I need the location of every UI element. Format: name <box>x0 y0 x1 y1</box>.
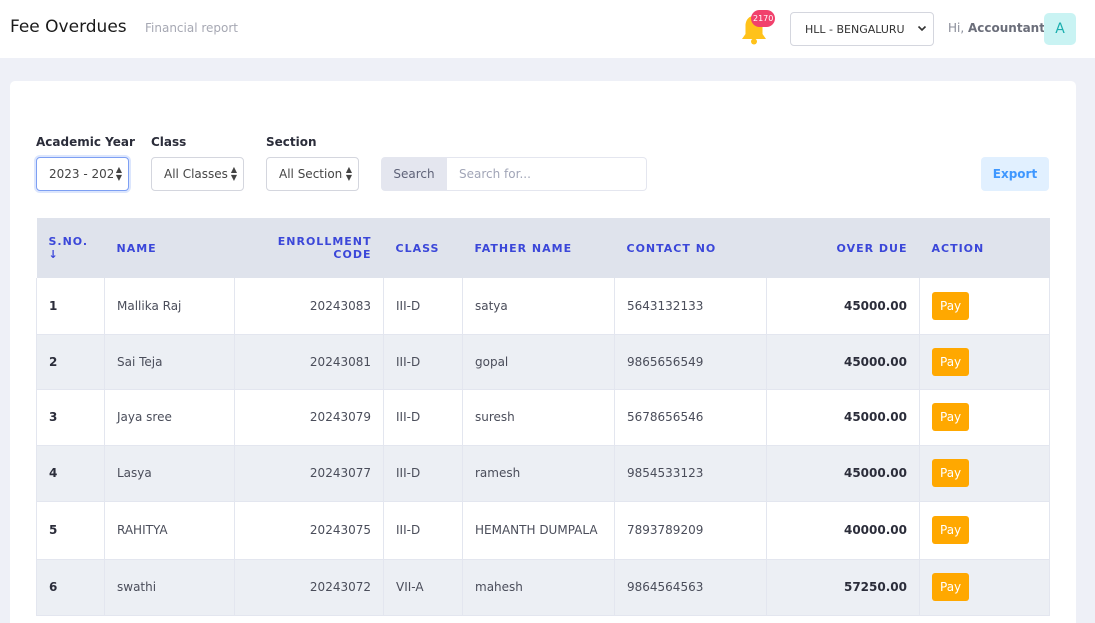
branch-select-value: HLL - BENGALURU <box>805 22 905 36</box>
pay-button[interactable]: Pay <box>932 459 970 487</box>
cell-enrollment-code: 20243081 <box>234 334 384 389</box>
pay-button[interactable]: Pay <box>932 573 970 601</box>
sort-updown-icon: ▲ ▼ <box>115 165 122 182</box>
section-label: Section <box>266 135 317 149</box>
cell-name: Lasya <box>104 445 235 501</box>
search-group: Search <box>381 157 647 191</box>
cell-contact-no: 9854533123 <box>614 445 767 501</box>
cell-father-name: HEMANTH DUMPALA <box>462 501 615 559</box>
cell-enrollment-code: 20243072 <box>234 559 384 615</box>
cell-sno: 5 <box>36 501 105 559</box>
academic-year-label: Academic Year <box>36 135 135 149</box>
cell-enrollment-code: 20243077 <box>234 445 384 501</box>
cell-class: III-D <box>383 278 463 334</box>
cell-contact-no: 7893789209 <box>614 501 767 559</box>
export-button[interactable]: Export <box>981 157 1049 191</box>
cell-action: Pay <box>919 389 1050 445</box>
cell-contact-no: 5643132133 <box>614 278 767 334</box>
cell-name: Jaya sree <box>104 389 235 445</box>
search-input[interactable] <box>447 157 647 191</box>
academic-year-select[interactable]: 2023 - 2024 ▲▼ <box>36 157 129 191</box>
table-row: 3 Jaya sree 20243079 III-D suresh 567865… <box>36 389 1050 445</box>
class-label: Class <box>151 135 187 149</box>
section-select-value: All Sections <box>279 167 343 181</box>
col-header-over-due[interactable]: OVER DUE <box>766 218 920 278</box>
class-select-value: All Classes <box>164 167 228 181</box>
cell-over-due: 45000.00 <box>766 389 920 445</box>
col-header-contact-no[interactable]: CONTACT NO <box>614 218 767 278</box>
col-header-sno[interactable]: S.NO. ↓ <box>36 218 105 278</box>
arrow-down-icon: ↓ <box>48 248 59 261</box>
pay-button[interactable]: Pay <box>932 347 970 376</box>
cell-enrollment-code: 20243083 <box>234 278 384 334</box>
class-select[interactable]: All Classes ▲ ▼ <box>151 157 244 191</box>
page-subtitle: Financial report <box>145 21 239 35</box>
cell-contact-no: 5678656546 <box>614 389 767 445</box>
cell-father-name: ramesh <box>462 445 615 501</box>
cell-sno: 1 <box>36 278 105 334</box>
cell-class: VII-A <box>383 559 463 615</box>
cell-sno: 6 <box>36 559 105 615</box>
cell-name: RAHITYA <box>104 501 235 559</box>
page-title: Fee Overdues <box>10 17 127 37</box>
table-row: 6 swathi 20243072 VII-A mahesh 986456456… <box>36 559 1050 615</box>
pay-button[interactable]: Pay <box>932 403 970 431</box>
cell-sno: 2 <box>36 334 105 389</box>
cell-father-name: satya <box>462 278 615 334</box>
pay-button[interactable]: Pay <box>932 516 970 544</box>
sort-updown-icon: ▲ ▼ <box>345 165 352 182</box>
user-greeting: Hi, Accountant <box>948 21 1045 35</box>
cell-enrollment-code: 20243079 <box>234 389 384 445</box>
cell-action: Pay <box>919 278 1050 334</box>
table-header-row: S.NO. ↓ NAME ENROLLMENT CODE CLASS FATHE… <box>36 218 1050 278</box>
user-name: Accountant <box>968 21 1045 35</box>
cell-class: III-D <box>383 501 463 559</box>
col-header-action: ACTION <box>919 218 1050 278</box>
pay-button[interactable]: Pay <box>932 291 970 320</box>
cell-class: III-D <box>383 445 463 501</box>
cell-action: Pay <box>919 501 1050 559</box>
table-row: 4 Lasya 20243077 III-D ramesh 9854533123… <box>36 445 1050 501</box>
col-header-enrollment-code[interactable]: ENROLLMENT CODE <box>234 218 384 278</box>
cell-over-due: 45000.00 <box>766 278 920 334</box>
col-header-name[interactable]: NAME <box>104 218 235 278</box>
greeting-prefix: Hi, <box>948 21 965 35</box>
col-header-class[interactable]: CLASS <box>383 218 463 278</box>
notification-badge: 2170 <box>751 10 776 27</box>
academic-year-value: 2023 - 2024 <box>49 167 113 181</box>
cell-name: Mallika Raj <box>104 278 235 334</box>
avatar[interactable]: A <box>1044 13 1076 45</box>
cell-sno: 3 <box>36 389 105 445</box>
table-row: 1 Mallika Raj 20243083 III-D satya 56431… <box>36 278 1050 334</box>
cell-over-due: 45000.00 <box>766 334 920 389</box>
cell-contact-no: 9864564563 <box>614 559 767 615</box>
cell-action: Pay <box>919 334 1050 389</box>
cell-sno: 4 <box>36 445 105 501</box>
cell-action: Pay <box>919 445 1050 501</box>
sort-updown-icon: ▲ ▼ <box>230 165 237 182</box>
cell-father-name: gopal <box>462 334 615 389</box>
branch-select[interactable]: HLL - BENGALURU <box>790 12 934 46</box>
section-select[interactable]: All Sections ▲ ▼ <box>266 157 359 191</box>
table-row: 2 Sai Teja 20243081 III-D gopal 98656565… <box>36 334 1050 389</box>
col-header-father-name[interactable]: FATHER NAME <box>462 218 615 278</box>
chevron-down-icon <box>917 23 927 36</box>
col-header-sno-label: S.NO. <box>48 235 89 248</box>
cell-class: III-D <box>383 389 463 445</box>
overdues-table: S.NO. ↓ NAME ENROLLMENT CODE CLASS FATHE… <box>36 218 1050 616</box>
cell-father-name: suresh <box>462 389 615 445</box>
cell-name: swathi <box>104 559 235 615</box>
table-row: 5 RAHITYA 20243075 III-D HEMANTH DUMPALA… <box>36 501 1050 559</box>
cell-contact-no: 9865656549 <box>614 334 767 389</box>
top-header: Fee Overdues Financial report 2170 HLL -… <box>0 0 1095 58</box>
cell-over-due: 45000.00 <box>766 445 920 501</box>
cell-father-name: mahesh <box>462 559 615 615</box>
cell-name: Sai Teja <box>104 334 235 389</box>
cell-over-due: 40000.00 <box>766 501 920 559</box>
cell-over-due: 57250.00 <box>766 559 920 615</box>
cell-action: Pay <box>919 559 1050 615</box>
cell-class: III-D <box>383 334 463 389</box>
cell-enrollment-code: 20243075 <box>234 501 384 559</box>
search-button[interactable]: Search <box>381 157 447 191</box>
